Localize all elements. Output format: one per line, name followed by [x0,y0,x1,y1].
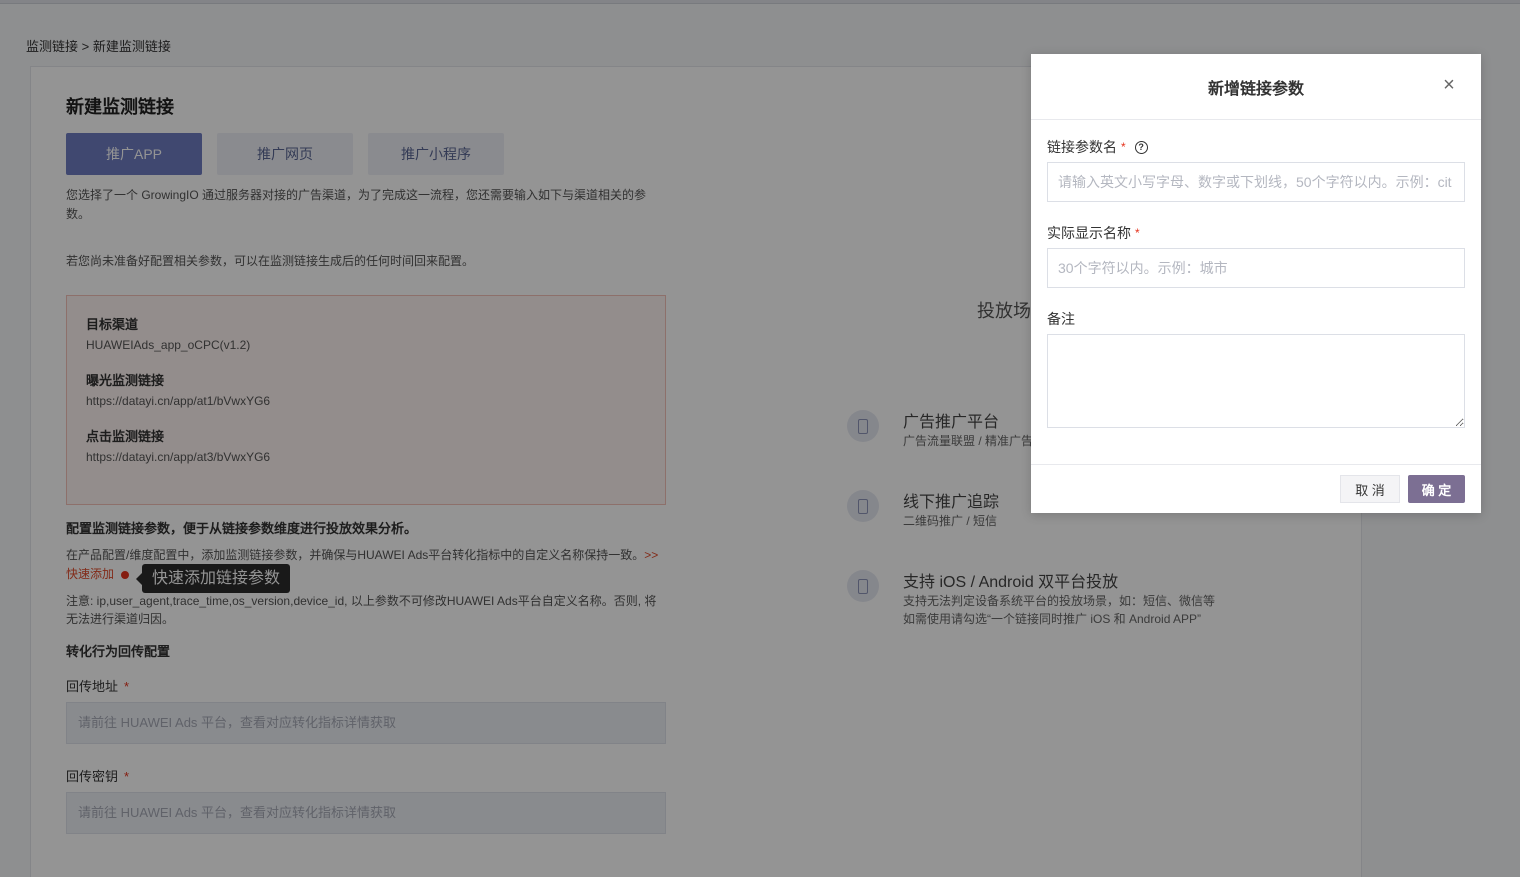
remark-textarea[interactable] [1047,334,1465,428]
param-name-input[interactable] [1047,162,1465,202]
dialog-header: 新增链接参数 × [1031,54,1481,120]
remark-label-text: 备注 [1047,311,1075,327]
dialog-title: 新增链接参数 [1207,80,1304,98]
display-name-label-text: 实际显示名称 [1047,225,1131,241]
help-icon[interactable]: ? [1134,140,1148,154]
remark-label: 备注 [1047,309,1075,329]
display-name-label: 实际显示名称 * [1047,223,1140,243]
required-mark: * [1121,140,1126,154]
param-name-label-text: 链接参数名 [1047,139,1117,155]
add-link-param-dialog: 新增链接参数 × 链接参数名 * ? 实际显示名称 * 备注 取 消 确 定 [1031,54,1481,513]
cancel-button[interactable]: 取 消 [1340,475,1400,503]
dialog-footer: 取 消 确 定 [1031,464,1481,513]
close-icon[interactable]: × [1441,75,1457,95]
param-name-label: 链接参数名 * ? [1047,137,1148,157]
required-mark: * [1135,226,1140,240]
confirm-button[interactable]: 确 定 [1408,475,1465,503]
display-name-input[interactable] [1047,248,1465,288]
